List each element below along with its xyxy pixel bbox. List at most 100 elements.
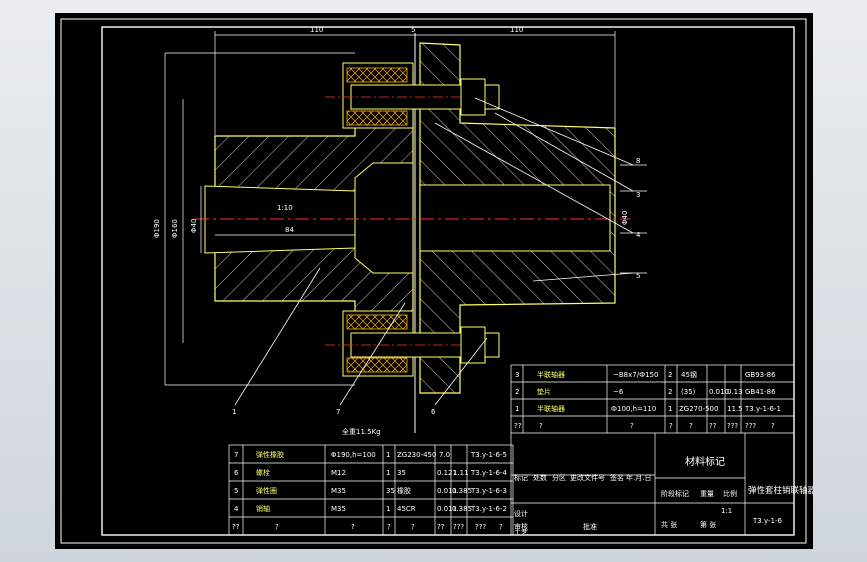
tb-ref-2: GB41-86	[745, 388, 776, 396]
pt-total-3: 0.385	[452, 487, 472, 495]
tb-scale-label: 比例	[723, 489, 737, 498]
dim-top-gap: 5	[411, 26, 415, 34]
tb-qty-2: 2	[668, 388, 672, 396]
dim-top-left: 110	[310, 26, 323, 34]
tb-name-3: 半联轴器	[537, 370, 565, 379]
drawing-canvas[interactable]: 110 5 110 Φ190 Φ160 Φ40 84 1:10 Φ40 8 3 …	[55, 13, 817, 549]
tb-scale-value: 1:1	[721, 507, 732, 515]
tb-label-mark: 标记	[514, 473, 528, 482]
balloon-6: 6	[431, 408, 436, 416]
balloon-5: 5	[636, 272, 640, 280]
pt-spec-1: Φ190,h=100	[331, 451, 376, 459]
pt-foot-9: ?	[499, 523, 503, 531]
tb-mat-1: ZG270-500	[679, 405, 718, 413]
pt-foot-1: ??	[232, 523, 240, 531]
tb-head-4: ?	[669, 422, 673, 430]
tb-qty-3: 2	[668, 371, 672, 379]
pt-spec-2: M12	[331, 469, 346, 477]
dim-left-2: Φ160	[171, 219, 179, 238]
tb-mat-3: 45钢	[681, 370, 697, 379]
tb-head-8: ???	[745, 422, 756, 430]
dim-top-right: 110	[510, 26, 523, 34]
tb-no-2: 2	[515, 388, 519, 396]
pt-unit-1: 7.0	[439, 451, 450, 459]
tb-head-6: ??	[709, 422, 717, 430]
lower-pin-assembly	[325, 310, 500, 377]
tb-sheet-total: 共 张	[661, 520, 677, 529]
pt-mat-1: ZG230-450	[397, 451, 436, 459]
drawing-name: 弹性套柱销联轴器	[748, 485, 813, 496]
pt-name-2: 螺栓	[256, 468, 270, 477]
tb-spec-2: ~6	[613, 388, 624, 396]
dim-taper: 1:10	[277, 204, 293, 212]
tb-sheet-number: 第 张	[700, 520, 716, 529]
pt-ref-2: T3.y-1-6-4	[470, 469, 507, 477]
pt-qty-2: 1	[386, 469, 390, 477]
balloon-4: 4	[636, 231, 641, 239]
pt-no-1: 7	[234, 451, 238, 459]
pt-foot-2: ?	[275, 523, 279, 531]
balloon-1: 1	[232, 408, 236, 416]
tb-no-1: 1	[515, 405, 519, 413]
pt-qty-3: 35	[386, 487, 395, 495]
pt-ref-3: T3.y-1-6-3	[470, 487, 507, 495]
upper-pin-assembly	[325, 62, 500, 129]
pt-no-3: 5	[234, 487, 238, 495]
tb-mat-2: (35)	[681, 388, 696, 396]
tb-spec-3: ~B8x7/Ф150	[613, 371, 658, 379]
pt-no-4: 4	[234, 505, 239, 513]
balloon-7: 7	[336, 408, 340, 416]
pt-mat-2: 35	[397, 469, 406, 477]
pt-ref-1: T3.y-1-6-5	[470, 451, 507, 459]
tb-weight: 重量	[700, 490, 714, 498]
pt-total-4: 0.385	[452, 505, 472, 513]
balloon-8: 8	[636, 157, 640, 165]
title-block-text: 3 半联轴器 ~B8x7/Ф150 2 45钢 GB93-86 2 垫片 ~6 …	[514, 370, 817, 537]
pt-name-3: 弹性圈	[256, 486, 277, 495]
pt-name-4: 销轴	[256, 504, 270, 513]
weight-note: 全重11.5Kg	[342, 427, 381, 436]
tb-label-approve: 批准	[583, 522, 597, 531]
tb-head-7: ???	[727, 422, 738, 430]
pt-foot-3: ?	[351, 523, 355, 531]
pt-foot-8: ???	[475, 523, 486, 531]
pt-qty-1: 1	[386, 451, 390, 459]
tb-head-9: ?	[771, 422, 775, 430]
tb-label-zone: 分区	[552, 473, 566, 482]
dim-right-bore: Φ40	[621, 211, 629, 225]
tb-label-date: 年.月.日	[626, 473, 651, 482]
dim-left-1: Φ190	[153, 219, 161, 238]
tb-drawing-number: T3.y-1-6	[752, 517, 782, 525]
parts-table-text: 7 弹性橡胶 Φ190,h=100 1 ZG230-450 7.0 T3.y-1…	[232, 450, 507, 531]
pt-mat-3: 橡胶	[397, 486, 411, 495]
pt-foot-7: ???	[453, 523, 464, 531]
pt-name-1: 弹性橡胶	[256, 450, 284, 459]
tb-ref-3: GB93-86	[745, 371, 776, 379]
pt-total-2: 1.11	[453, 469, 469, 477]
balloon-3: 3	[636, 191, 640, 199]
pt-mat-4: 45CR	[397, 505, 416, 513]
tb-qty-1: 1	[668, 405, 672, 413]
tb-spec-1: Ф100,h=110	[611, 405, 656, 413]
pt-foot-6: ??	[437, 523, 445, 531]
tb-name-2: 垫片	[537, 387, 551, 396]
dim-bore-length: 84	[285, 226, 294, 234]
cad-viewport: 110 5 110 Φ190 Φ160 Φ40 84 1:10 Φ40 8 3 …	[0, 0, 867, 562]
tb-unit-1: 11.5	[727, 405, 743, 413]
tb-label-process: 工艺	[514, 529, 528, 537]
tb-no-3: 3	[515, 371, 519, 379]
pt-spec-4: M35	[331, 505, 346, 513]
tb-label-sign: 签名	[610, 473, 624, 482]
pt-foot-4: ?	[387, 523, 391, 531]
pt-qty-4: 1	[386, 505, 390, 513]
tb-head-2: ?	[539, 422, 543, 430]
tb-head-3: ?	[630, 422, 634, 430]
tb-name-1: 半联轴器	[537, 404, 565, 413]
pt-spec-3: M35	[331, 487, 346, 495]
tb-label-count: 处数	[533, 473, 547, 482]
dim-left-3: Φ40	[190, 219, 198, 233]
material-mark: 材料标记	[685, 455, 725, 468]
tb-head-5: ?	[689, 422, 693, 430]
tb-head-1: ??	[514, 422, 522, 430]
pt-no-2: 6	[234, 469, 239, 477]
